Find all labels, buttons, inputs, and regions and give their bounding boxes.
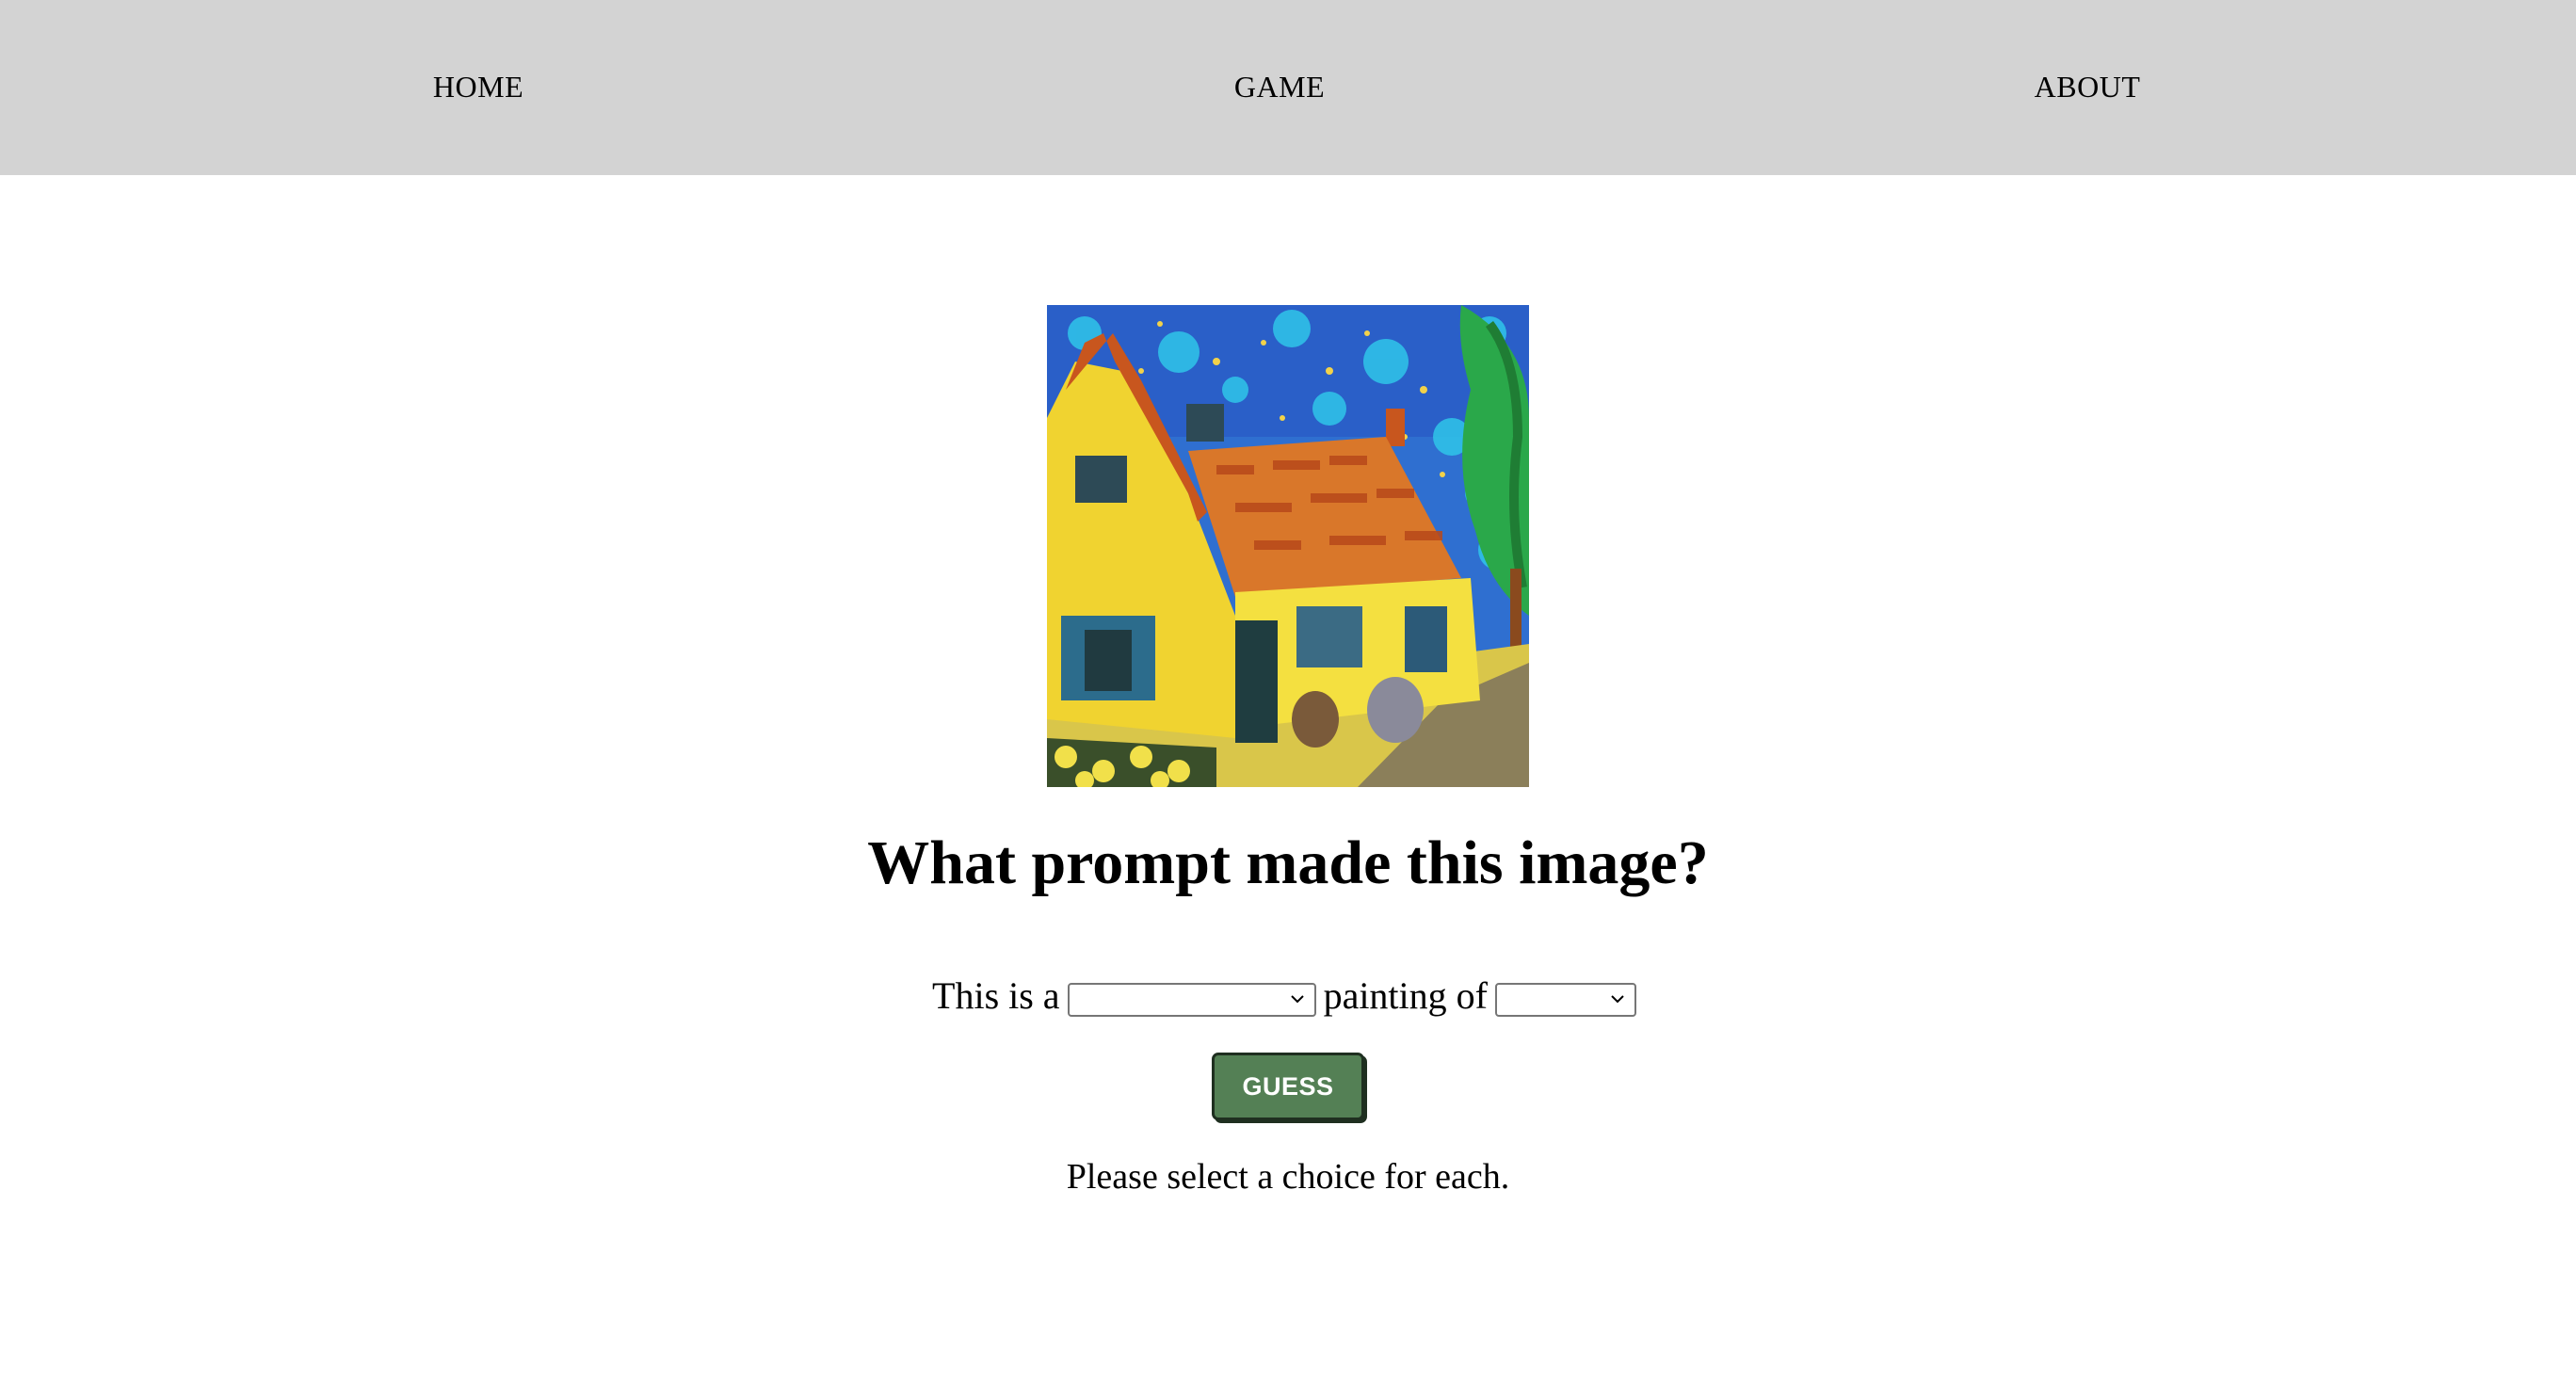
nav-game-link[interactable]: GAME — [1234, 66, 1325, 107]
page-heading: What prompt made this image? — [867, 828, 1709, 897]
generated-painting-image — [1047, 305, 1529, 787]
chevron-down-icon — [1290, 995, 1304, 1004]
prompt-prefix-text: This is a — [932, 974, 1060, 1017]
prompt-middle-text: painting of — [1323, 974, 1488, 1017]
style-select[interactable] — [1067, 983, 1316, 1017]
guess-button[interactable]: GUESS — [1212, 1053, 1364, 1120]
nav-home-link[interactable]: HOME — [433, 66, 523, 107]
nav-about-link[interactable]: ABOUT — [2035, 66, 2141, 107]
prompt-form: This is a painting of — [0, 970, 2576, 1022]
subject-select[interactable] — [1494, 983, 1636, 1017]
top-nav-bar: HOME GAME ABOUT — [0, 0, 2576, 175]
validation-message: Please select a choice for each. — [1066, 1157, 1510, 1197]
chevron-down-icon — [1611, 995, 1624, 1004]
